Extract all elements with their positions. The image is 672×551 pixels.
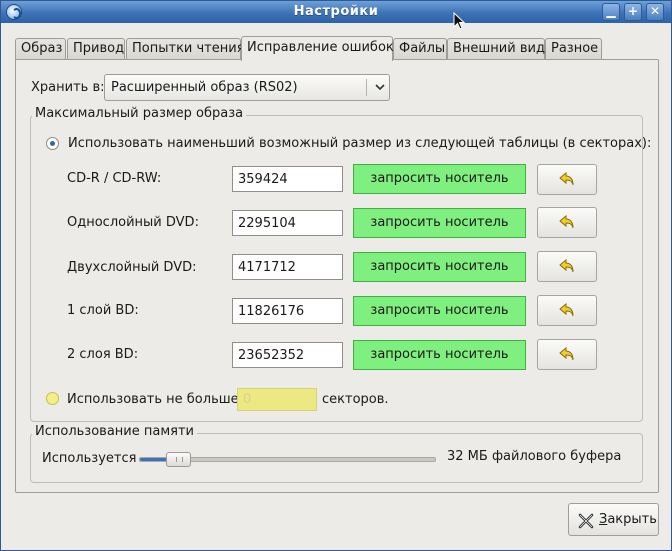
sectors-limit-input[interactable]: 0 bbox=[237, 388, 317, 411]
use-limit-radio[interactable] bbox=[46, 392, 59, 405]
tab-drive[interactable]: Привод bbox=[67, 38, 125, 60]
undo-icon bbox=[559, 346, 574, 361]
use-table-radio[interactable] bbox=[46, 137, 59, 150]
reset-bd-single-button[interactable] bbox=[537, 295, 597, 326]
use-limit-label: Использовать не больше bbox=[67, 392, 239, 407]
undo-icon bbox=[559, 258, 574, 273]
reset-dvd-dual-button[interactable] bbox=[537, 251, 597, 282]
mouse-pointer-icon bbox=[453, 12, 465, 30]
tab-image[interactable]: Образ bbox=[15, 38, 66, 60]
max-size-frame-title: Максимальный размер образа bbox=[32, 106, 247, 121]
minimize-button[interactable]: ▁ bbox=[602, 3, 620, 21]
tab-files[interactable]: Файлы bbox=[393, 38, 447, 60]
memory-frame-title: Использование памяти bbox=[32, 424, 197, 439]
tab-read-attempts[interactable]: Попытки чтения bbox=[126, 38, 245, 60]
bd-single-size-input[interactable] bbox=[232, 298, 343, 324]
cd-label: CD-R / CD-RW: bbox=[67, 171, 162, 186]
reset-cd-button[interactable] bbox=[537, 164, 597, 195]
query-dvd-dual-button[interactable]: запросить носитель bbox=[353, 252, 526, 282]
reset-bd-dual-button[interactable] bbox=[537, 339, 597, 370]
bd-single-label: 1 слой BD: bbox=[67, 303, 139, 318]
store-in-value: Расширенный образ (RS02) bbox=[111, 80, 298, 95]
dvd-dual-label: Двухслойный DVD: bbox=[67, 260, 197, 275]
tab-misc[interactable]: Разное bbox=[545, 38, 602, 60]
combo-separator bbox=[366, 79, 367, 96]
undo-icon bbox=[559, 302, 574, 317]
close-label-rest: акрыть bbox=[607, 512, 657, 527]
chevron-down-icon bbox=[375, 84, 385, 91]
bd-dual-label: 2 слоя BD: bbox=[67, 347, 139, 362]
tab-appearance[interactable]: Внешний вид bbox=[447, 38, 545, 60]
window-title: Настройки bbox=[293, 4, 379, 19]
bd-dual-size-input[interactable] bbox=[232, 342, 343, 368]
close-button[interactable]: Закрыть bbox=[568, 503, 659, 536]
store-in-select[interactable]: Расширенный образ (RS02) bbox=[104, 74, 390, 101]
query-dvd-single-button[interactable]: запросить носитель bbox=[353, 208, 526, 238]
undo-icon bbox=[559, 214, 574, 229]
sectors-suffix-label: секторов. bbox=[322, 392, 389, 407]
dvd-single-label: Однослойный DVD: bbox=[67, 215, 199, 230]
query-cd-button[interactable]: запросить носитель bbox=[353, 164, 526, 194]
use-table-label: Использовать наименьший возможный размер… bbox=[68, 136, 652, 151]
store-in-label: Хранить в: bbox=[31, 80, 105, 95]
close-button-label: Закрыть bbox=[599, 512, 657, 527]
tab-error-correction[interactable]: Исправление ошибок bbox=[241, 36, 394, 61]
query-bd-single-button[interactable]: запросить носитель bbox=[353, 296, 526, 326]
maximize-button[interactable]: + bbox=[624, 3, 642, 21]
close-window-button[interactable]: ✕ bbox=[646, 3, 664, 21]
undo-icon bbox=[559, 171, 574, 186]
dvd-single-size-input[interactable] bbox=[232, 210, 343, 236]
close-icon bbox=[578, 513, 594, 529]
title-bar[interactable]: Настройки ▁ + ✕ bbox=[1, 1, 671, 23]
preferences-window: Настройки ▁ + ✕ Образ Привод Попытки чте… bbox=[0, 0, 672, 551]
memory-value-label: 32 МБ файлового буфера bbox=[447, 449, 622, 464]
cd-size-input[interactable] bbox=[232, 166, 343, 192]
dvd-dual-size-input[interactable] bbox=[232, 254, 343, 280]
memory-slider-thumb[interactable] bbox=[166, 452, 192, 467]
memory-used-label: Используется bbox=[42, 451, 137, 466]
query-bd-dual-button[interactable]: запросить носитель bbox=[353, 340, 526, 370]
reset-dvd-single-button[interactable] bbox=[537, 207, 597, 238]
